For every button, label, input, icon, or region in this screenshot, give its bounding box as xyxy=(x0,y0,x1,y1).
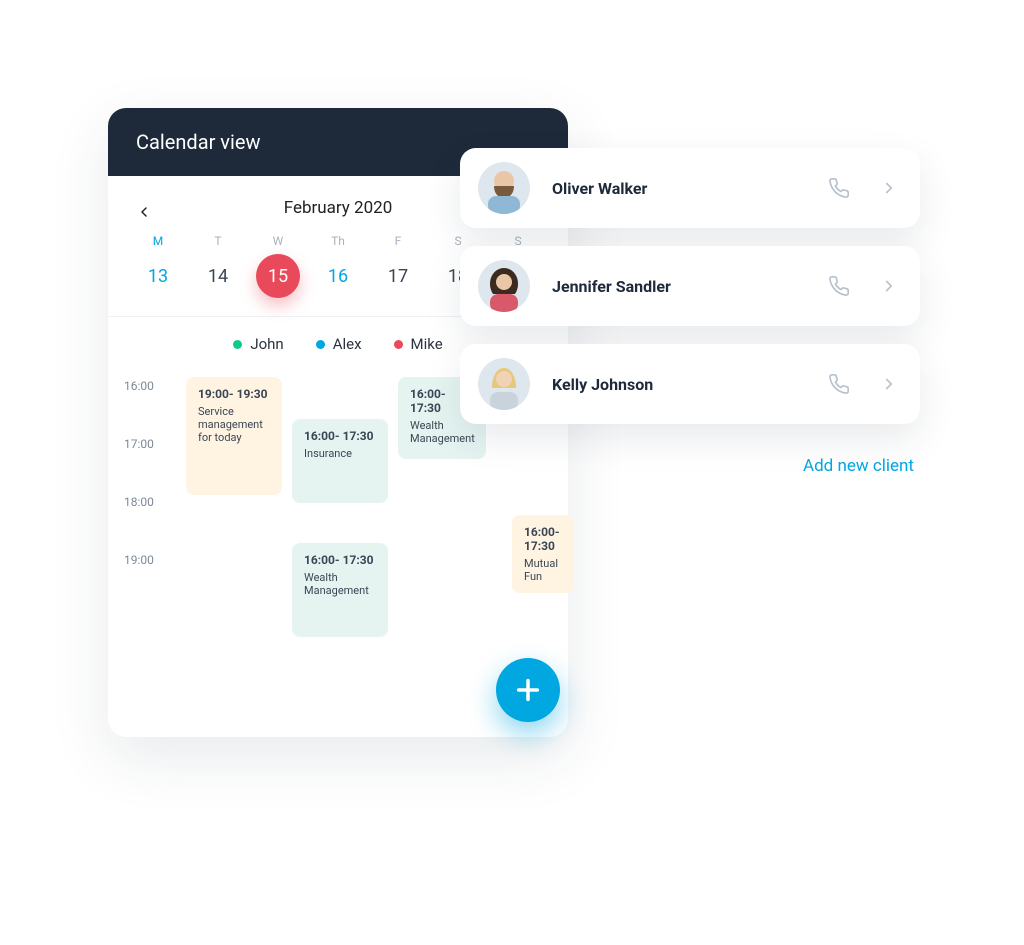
chevron-right-icon[interactable] xyxy=(876,175,902,201)
date-16[interactable]: 16 xyxy=(308,254,368,298)
client-card[interactable]: Jennifer Sandler xyxy=(460,246,920,326)
client-actions xyxy=(826,273,902,299)
chevron-right-icon[interactable] xyxy=(876,273,902,299)
hour-label: 19:00 xyxy=(124,553,154,567)
event-title: Service management for today xyxy=(198,405,270,444)
event-title: Mutual Fun xyxy=(524,557,562,583)
event-time: 19:00- 19:30 xyxy=(198,387,270,401)
date-15-selected[interactable]: 15 xyxy=(256,254,300,298)
date-17[interactable]: 17 xyxy=(368,254,428,298)
dot-icon xyxy=(316,340,325,349)
chevron-right-icon[interactable] xyxy=(876,371,902,397)
add-client-link[interactable]: Add new client xyxy=(460,442,920,476)
legend-label: Mike xyxy=(411,335,443,353)
event-time: 16:00- 17:30 xyxy=(304,429,376,443)
calendar-event[interactable]: 19:00- 19:30 Service management for today xyxy=(186,377,282,495)
legend-item-alex: Alex xyxy=(316,335,362,353)
client-list: Oliver Walker Jennifer Sandler Kelly Johns… xyxy=(460,148,920,476)
date-14[interactable]: 14 xyxy=(188,254,248,298)
calendar-event[interactable]: 16:00- 17:30 Wealth Management xyxy=(292,543,388,637)
plus-icon xyxy=(514,676,542,704)
add-event-button[interactable] xyxy=(496,658,560,722)
avatar xyxy=(478,162,530,214)
phone-icon[interactable] xyxy=(826,273,852,299)
prev-month-button[interactable] xyxy=(128,196,160,228)
hour-label: 18:00 xyxy=(124,495,154,509)
client-name: Kelly Johnson xyxy=(552,375,804,394)
weekday-th: Th xyxy=(308,234,368,248)
legend-item-mike: Mike xyxy=(394,335,443,353)
weekday-t: T xyxy=(188,234,248,248)
calendar-event[interactable]: 16:00- 17:30 Insurance xyxy=(292,419,388,503)
calendar-event[interactable]: 16:00- 17:30 Mutual Fun xyxy=(512,515,574,593)
legend-label: Alex xyxy=(333,335,362,353)
client-actions xyxy=(826,371,902,397)
avatar xyxy=(478,260,530,312)
hour-label: 16:00 xyxy=(124,379,154,393)
weekday-w: W xyxy=(248,234,308,248)
weekday-m: M xyxy=(128,234,188,248)
client-card[interactable]: Oliver Walker xyxy=(460,148,920,228)
legend-label: John xyxy=(250,335,283,353)
weekday-f: F xyxy=(368,234,428,248)
date-13[interactable]: 13 xyxy=(128,254,188,298)
event-time: 16:00- 17:30 xyxy=(524,525,562,553)
phone-icon[interactable] xyxy=(826,371,852,397)
hour-labels: 16:00 17:00 18:00 19:00 xyxy=(124,379,154,567)
dot-icon xyxy=(233,340,242,349)
phone-icon[interactable] xyxy=(826,175,852,201)
legend-item-john: John xyxy=(233,335,283,353)
avatar xyxy=(478,358,530,410)
chevron-left-icon xyxy=(136,204,152,220)
hour-label: 17:00 xyxy=(124,437,154,451)
dot-icon xyxy=(394,340,403,349)
client-name: Oliver Walker xyxy=(552,179,804,198)
client-name: Jennifer Sandler xyxy=(552,277,804,296)
event-title: Insurance xyxy=(304,447,376,460)
event-title: Wealth Management xyxy=(304,571,376,597)
month-label: February 2020 xyxy=(284,198,393,218)
event-time: 16:00- 17:30 xyxy=(304,553,376,567)
client-actions xyxy=(826,175,902,201)
client-card[interactable]: Kelly Johnson xyxy=(460,344,920,424)
